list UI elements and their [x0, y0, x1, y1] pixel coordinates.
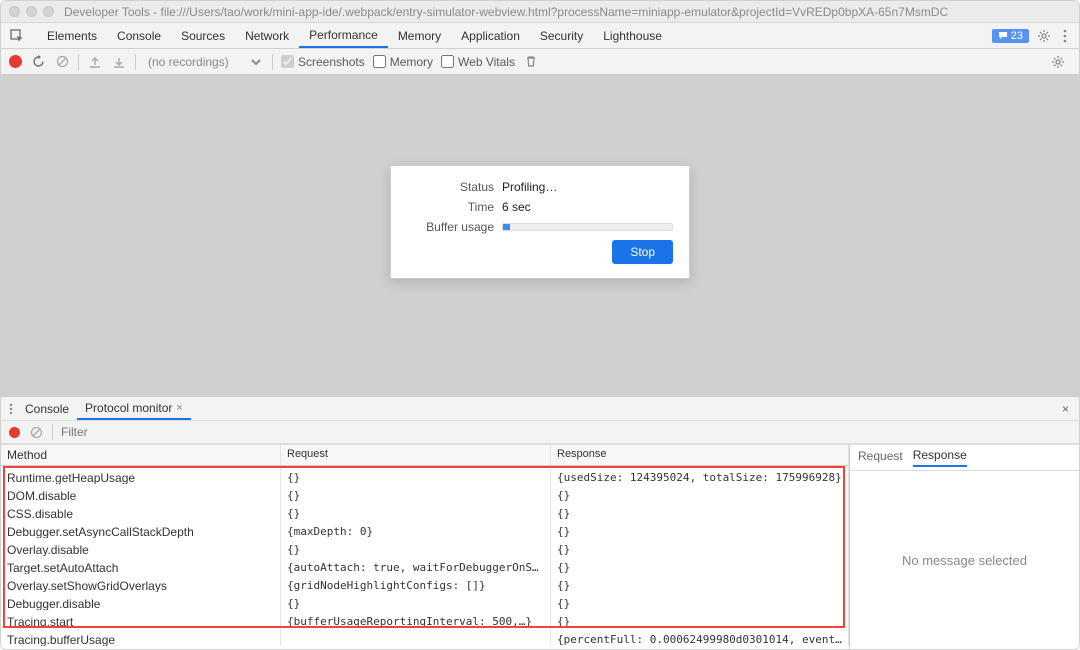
- tab-performance[interactable]: Performance: [299, 23, 388, 48]
- protocol-row[interactable]: Overlay.disable{}{}: [1, 538, 849, 556]
- download-icon[interactable]: [111, 54, 127, 70]
- protocol-filter-input[interactable]: [61, 425, 1071, 439]
- drawer-close-icon[interactable]: ×: [1056, 402, 1075, 416]
- protocol-row[interactable]: Target.setAutoAttach{autoAttach: true, w…: [1, 556, 849, 574]
- protocol-row[interactable]: Tracing.bufferUsage{percentFull: 0.00062…: [1, 628, 849, 646]
- tab-sources[interactable]: Sources: [171, 23, 235, 48]
- time-label: Time: [407, 200, 502, 214]
- performance-canvas: Status Profiling… Time 6 sec Buffer usag…: [1, 75, 1079, 396]
- settings-icon[interactable]: [1031, 29, 1057, 43]
- tab-security[interactable]: Security: [530, 23, 593, 48]
- protocol-record-button[interactable]: [9, 427, 20, 438]
- traffic-lights: [9, 6, 54, 17]
- messages-badge[interactable]: 23: [992, 29, 1029, 43]
- memory-checkbox[interactable]: Memory: [373, 55, 433, 69]
- side-tab-request[interactable]: Request: [858, 449, 903, 466]
- perf-settings-icon[interactable]: [1045, 55, 1071, 69]
- drawer-more-icon[interactable]: [5, 403, 17, 415]
- protocol-clear-icon[interactable]: [28, 424, 44, 440]
- close-window-button[interactable]: [9, 6, 20, 17]
- status-label: Status: [407, 180, 502, 194]
- devtools-main-toolbar: ElementsConsoleSourcesNetworkPerformance…: [1, 23, 1079, 49]
- drawer-tab-console[interactable]: Console: [17, 397, 77, 420]
- performance-toolbar: (no recordings) Screenshots Memory Web V…: [1, 49, 1079, 75]
- protocol-row[interactable]: Tracing.start{bufferUsageReportingInterv…: [1, 610, 849, 628]
- recordings-select[interactable]: (no recordings): [144, 54, 264, 70]
- side-tab-response[interactable]: Response: [913, 448, 967, 467]
- minimize-window-button[interactable]: [26, 6, 37, 17]
- window-titlebar: Developer Tools - file:///Users/tao/work…: [1, 1, 1079, 23]
- trash-icon[interactable]: [523, 54, 539, 70]
- profiling-dialog: Status Profiling… Time 6 sec Buffer usag…: [390, 165, 690, 279]
- protocol-table[interactable]: Method Request Response Runtime.getHeapU…: [1, 445, 849, 649]
- protocol-row[interactable]: Runtime.getHeapUsage{}{usedSize: 1243950…: [1, 466, 849, 484]
- col-header-method[interactable]: Method: [1, 445, 281, 465]
- time-value: 6 sec: [502, 200, 531, 214]
- tab-elements[interactable]: Elements: [37, 23, 107, 48]
- inspect-element-icon[interactable]: [9, 28, 25, 44]
- tab-console[interactable]: Console: [107, 23, 171, 48]
- stop-button[interactable]: Stop: [612, 240, 673, 264]
- drawer-tab-bar: Console Protocol monitor× ×: [1, 396, 1079, 420]
- protocol-table-header: Method Request Response: [1, 445, 849, 466]
- status-value: Profiling…: [502, 180, 557, 194]
- more-icon[interactable]: [1059, 29, 1071, 43]
- tab-memory[interactable]: Memory: [388, 23, 451, 48]
- col-header-response[interactable]: Response: [551, 445, 849, 465]
- webvitals-checkbox[interactable]: Web Vitals: [441, 55, 515, 69]
- upload-icon[interactable]: [87, 54, 103, 70]
- buffer-progress: [502, 223, 673, 231]
- tab-network[interactable]: Network: [235, 23, 299, 48]
- protocol-row[interactable]: DOM.disable{}{}: [1, 484, 849, 502]
- tab-application[interactable]: Application: [451, 23, 530, 48]
- clear-icon[interactable]: [54, 54, 70, 70]
- drawer-tab-protocol[interactable]: Protocol monitor×: [77, 397, 191, 420]
- protocol-detail-panel: Request Response No message selected: [849, 445, 1079, 649]
- no-message-label: No message selected: [850, 471, 1079, 649]
- buffer-label: Buffer usage: [407, 220, 502, 234]
- window-title: Developer Tools - file:///Users/tao/work…: [64, 5, 948, 19]
- protocol-row[interactable]: Overlay.setShowGridOverlays{gridNodeHigh…: [1, 574, 849, 592]
- message-icon: [998, 31, 1008, 41]
- protocol-monitor: Method Request Response Runtime.getHeapU…: [1, 444, 1079, 649]
- close-tab-icon[interactable]: ×: [176, 402, 182, 414]
- tab-lighthouse[interactable]: Lighthouse: [593, 23, 672, 48]
- reload-icon[interactable]: [30, 54, 46, 70]
- protocol-row[interactable]: Debugger.disable{}{}: [1, 592, 849, 610]
- record-button[interactable]: [9, 55, 22, 68]
- messages-count: 23: [1011, 30, 1023, 42]
- devtools-tabs: ElementsConsoleSourcesNetworkPerformance…: [37, 23, 672, 48]
- protocol-row[interactable]: CSS.disable{}{}: [1, 502, 849, 520]
- protocol-filter-bar: [1, 420, 1079, 444]
- col-header-request[interactable]: Request: [281, 445, 551, 465]
- screenshots-checkbox[interactable]: Screenshots: [281, 55, 365, 69]
- protocol-row[interactable]: Debugger.setAsyncCallStackDepth{maxDepth…: [1, 520, 849, 538]
- zoom-window-button[interactable]: [43, 6, 54, 17]
